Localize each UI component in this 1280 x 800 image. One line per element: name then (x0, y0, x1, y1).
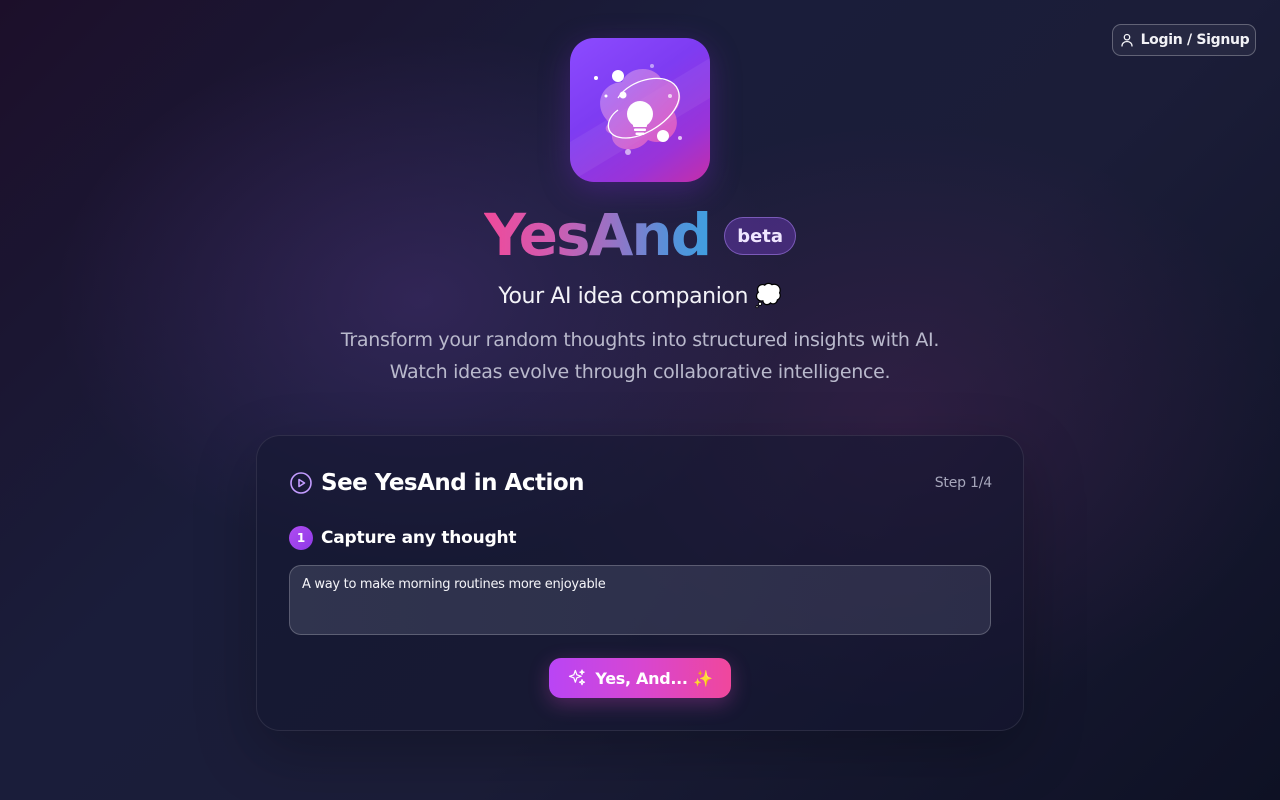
step-number-badge: 1 (289, 526, 313, 550)
brand-title: YesAnd (483, 201, 712, 269)
description-line-2: Watch ideas evolve through collaborative… (389, 361, 891, 383)
step-label: Capture any thought (321, 528, 517, 548)
demo-card: See YesAnd in Action Step 1/4 1 Capture … (256, 435, 1024, 731)
beta-badge: beta (724, 217, 797, 255)
login-signup-button[interactable]: Login / Signup (1112, 24, 1256, 56)
login-signup-label: Login / Signup (1140, 32, 1250, 48)
yes-and-button[interactable]: Yes, And... ✨ (549, 658, 731, 698)
step-indicator: Step 1/4 (934, 475, 992, 491)
sparkles-icon (569, 669, 586, 686)
demo-title: See YesAnd in Action (321, 470, 585, 496)
hero-description: Transform your random thoughts into stru… (0, 324, 1280, 388)
thought-input[interactable] (289, 565, 991, 635)
brand-row: YesAnd beta (0, 200, 1280, 270)
step-heading: 1 Capture any thought (289, 526, 517, 550)
demo-card-header: See YesAnd in Action Step 1/4 (289, 470, 992, 496)
app-logo (570, 38, 710, 182)
play-circle-icon (290, 472, 312, 494)
tagline: Your AI idea companion 💭 (498, 284, 782, 309)
user-icon (1120, 33, 1133, 47)
yes-and-button-label: Yes, And... ✨ (595, 668, 713, 688)
description-line-1: Transform your random thoughts into stru… (340, 329, 940, 351)
